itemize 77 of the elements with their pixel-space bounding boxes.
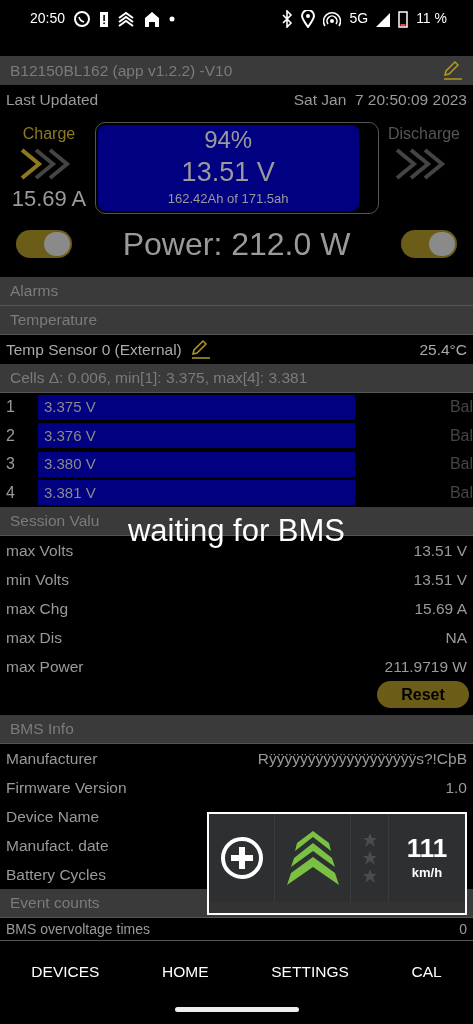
edit-icon[interactable]: [442, 60, 463, 81]
chevrons-icon: [284, 831, 341, 885]
cell-index: 2: [6, 425, 16, 446]
cell-index: 3: [6, 454, 16, 475]
toggle-switch[interactable]: [16, 230, 72, 258]
location-icon: [301, 9, 316, 28]
power-reading: Power: 212.0 W: [122, 225, 351, 264]
charge-current: 15.69 A: [11, 185, 87, 213]
cell-voltage-bar: 3.375 V: [38, 394, 355, 420]
row-label: max Power: [6, 656, 84, 677]
home-icon: [143, 9, 162, 28]
row-label: max Volts: [6, 540, 74, 561]
add-icon[interactable]: [219, 836, 264, 880]
discharge-label: Discharge: [388, 124, 460, 144]
battery-percent-text: 94%: [204, 125, 253, 155]
row-label: Device Name: [6, 806, 100, 827]
row-value: Rÿÿÿÿÿÿÿÿÿÿÿÿÿÿÿÿÿÿÿs?!CþB: [257, 748, 467, 769]
sensor-name: Temp Sensor 0 (External): [6, 339, 182, 360]
last-updated-value: Sat Jan 7 20:50:09 2023: [293, 89, 467, 110]
star-icon: [362, 851, 377, 865]
battery-icon: [398, 9, 409, 28]
toggle-switch[interactable]: [401, 230, 457, 258]
section-title: Session Valu: [10, 511, 100, 532]
row-label: BMS overvoltage times: [6, 921, 150, 937]
star-icon: [362, 833, 377, 847]
battery-percent: 11 %: [416, 9, 447, 28]
battery-alert-icon: [99, 9, 110, 28]
cell-voltage-bar: 3.381 V: [38, 480, 355, 506]
nav-tab[interactable]: DEVICES: [25, 959, 106, 985]
last-updated-label: Last Updated: [6, 89, 99, 110]
balance-label: Bal: [449, 482, 473, 503]
row-label: Manufact. date: [6, 835, 109, 856]
cell-index: 1: [6, 397, 16, 418]
chat-icon: [73, 9, 92, 28]
row-value: 0: [459, 921, 467, 937]
battery-capacity: 162.42Ah of 171.5ah: [167, 190, 289, 208]
section-title: Event counts: [10, 893, 100, 914]
balance-label: Bal: [449, 454, 473, 475]
row-label: Firmware Version: [6, 777, 127, 798]
section-title: Cells Δ: 0.006, min[1]: 3.375, max[4]: 3.381: [10, 368, 308, 389]
row-label: max Chg: [6, 598, 69, 619]
device-title: B12150BL162 (app v1.2.2) -V10: [10, 60, 233, 81]
speed-unit: km/h: [411, 864, 443, 883]
row-value: 13.51 V: [413, 569, 467, 590]
row-value: 13.51 V: [413, 540, 467, 561]
sensor-value: 25.4°C: [419, 339, 467, 360]
row-value: 211.9719 W: [384, 656, 467, 677]
row-value: 1.0: [445, 777, 467, 798]
row-label: Battery Cycles: [6, 864, 106, 885]
section-title: BMS Info: [10, 719, 74, 740]
nav-tab[interactable]: SETTINGS: [265, 959, 355, 985]
network-label: 5G: [349, 9, 369, 28]
dot-icon: [169, 15, 176, 22]
balance-label: Bal: [449, 397, 473, 418]
nav-tab[interactable]: HOME: [156, 959, 215, 985]
balance-label: Bal: [449, 425, 473, 446]
nav-tab[interactable]: CAL: [405, 959, 448, 985]
row-value: 15.69 A: [414, 598, 467, 619]
charge-label: Charge: [22, 124, 76, 144]
battery-voltage: 13.51 V: [181, 156, 275, 189]
edit-icon[interactable]: [189, 339, 211, 360]
cell-index: 4: [6, 482, 16, 503]
row-label: min Volts: [6, 569, 69, 590]
star-icon: [362, 869, 377, 883]
row-label: max Dis: [6, 627, 62, 648]
cell-voltage-bar: 3.380 V: [38, 451, 355, 477]
speed-value: 111: [406, 833, 448, 864]
section-title: Temperature: [10, 310, 97, 331]
hotspot-icon: [323, 9, 342, 28]
row-label: Manufacturer: [6, 748, 98, 769]
status-time: 20:50: [30, 9, 66, 28]
toast-message: waiting for BMS: [127, 513, 346, 548]
row-value: NA: [445, 627, 467, 648]
section-title: Alarms: [10, 281, 59, 302]
cell-voltage-bar: 3.376 V: [38, 423, 355, 449]
bluetooth-icon: [281, 9, 294, 28]
chevrons-icon: [117, 9, 136, 28]
